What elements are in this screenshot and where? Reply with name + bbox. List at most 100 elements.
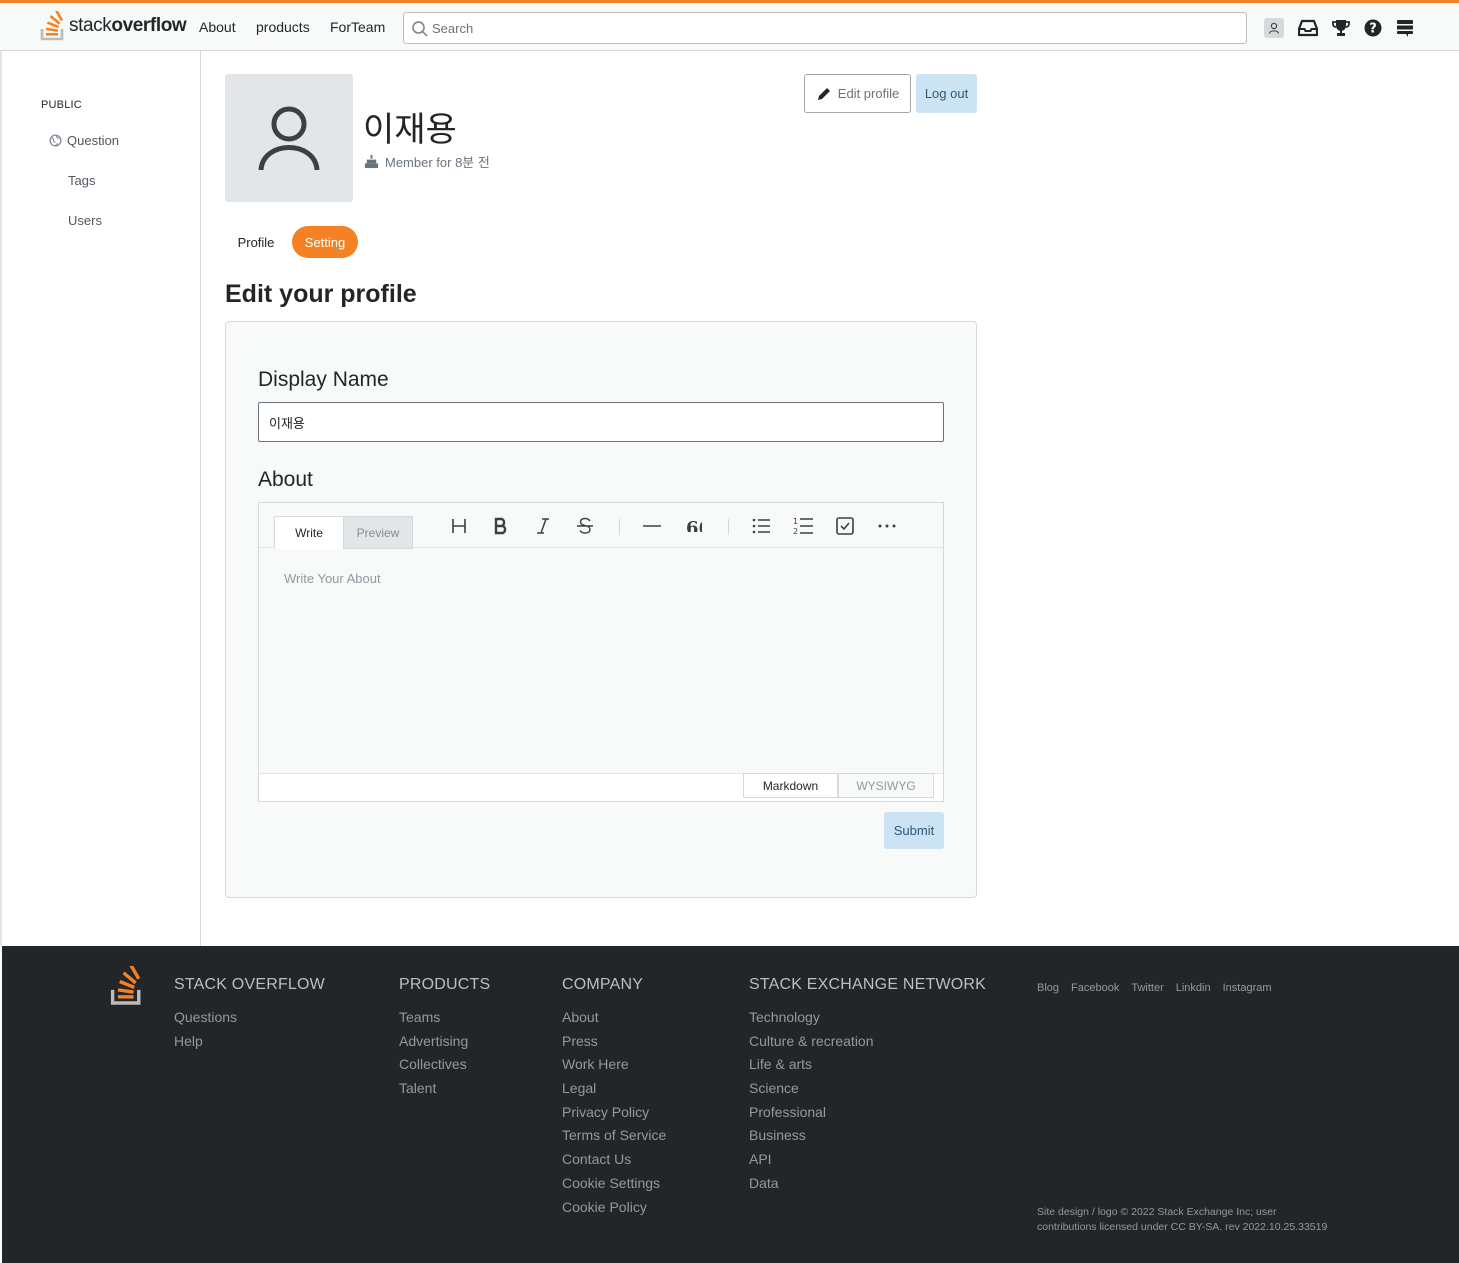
sidebar-item-label: Tags [68,173,96,188]
sidebar-heading: PUBLIC [41,99,82,111]
editor-mode-bar: Markdown WYSIWYG [259,773,943,801]
globe-icon [49,134,62,147]
about-label: About [258,468,313,491]
bold-icon[interactable] [486,513,516,539]
footer-link-science[interactable]: Science [749,1080,986,1104]
trophy-icon[interactable] [1330,17,1352,39]
inbox-icon[interactable] [1297,17,1319,39]
footer-link-contact-us[interactable]: Contact Us [562,1151,666,1175]
footer-link-advertising[interactable]: Advertising [399,1033,490,1057]
social-link-blog[interactable]: Blog [1037,982,1059,994]
footer-link-questions[interactable]: Questions [174,1009,325,1033]
footer-social-links: Blog Facebook Twitter Linkdin Instagram [1037,982,1284,994]
cake-icon [364,154,379,169]
profile-avatar [225,74,353,202]
edit-profile-form: Display Name About Write Preview 66 [225,321,977,898]
stackoverflow-logo[interactable]: stackoverflow [40,9,187,43]
footer-link-teams[interactable]: Teams [399,1009,490,1033]
user-avatar-icon[interactable] [1264,18,1284,38]
heading-icon[interactable] [444,513,474,539]
sidebar-item-tags[interactable]: Tags [68,173,95,188]
footer-link-life-arts[interactable]: Life & arts [749,1056,986,1080]
tab-profile[interactable]: Profile [228,226,284,258]
strikethrough-icon[interactable] [570,513,600,539]
display-name-label: Display Name [258,368,389,391]
sidebar-item-users[interactable]: Users [68,213,102,228]
footer-copyright: Site design / logo © 2022 Stack Exchange… [1037,1206,1328,1233]
about-textarea[interactable] [259,549,943,773]
footer-column-network: STACK EXCHANGE NETWORK Technology Cultur… [749,976,986,1199]
markdown-mode-button[interactable]: Markdown [743,773,838,798]
editor-toolbar: Write Preview 66 [259,503,943,549]
blockquote-icon[interactable]: 66 [679,513,709,539]
stackoverflow-logo-icon [40,11,64,41]
tab-write[interactable]: Write [274,516,344,549]
submit-button[interactable]: Submit [884,812,944,849]
footer-heading: COMPANY [562,976,644,993]
footer-link-press[interactable]: Press [562,1033,666,1057]
svg-text:66: 66 [686,520,702,532]
logout-button[interactable]: Log out [916,74,977,113]
footer-link-privacy-policy[interactable]: Privacy Policy [562,1104,666,1128]
wysiwyg-mode-button[interactable]: WYSIWYG [838,773,934,798]
footer-link-culture-recreation[interactable]: Culture & recreation [749,1033,986,1057]
member-since: Member for 8분 전 [364,152,490,171]
footer-link-data[interactable]: Data [749,1175,986,1199]
left-sidebar: PUBLIC Question Tags Users [0,51,201,946]
nav-forteam[interactable]: ForTeam [330,19,385,35]
help-icon[interactable]: ? [1362,17,1384,39]
bulleted-list-icon[interactable] [746,513,776,539]
footer-link-help[interactable]: Help [174,1033,325,1057]
footer-link-collectives[interactable]: Collectives [399,1056,490,1080]
footer-link-cookie-policy[interactable]: Cookie Policy [562,1199,666,1223]
toolbar-divider [619,519,620,535]
tab-preview[interactable]: Preview [343,516,413,549]
svg-text:?: ? [1369,22,1377,37]
profile-user-name: 이재용 [363,110,457,150]
footer-link-talent[interactable]: Talent [399,1080,490,1104]
footer-link-business[interactable]: Business [749,1127,986,1151]
site-footer: STACK OVERFLOW Questions Help PRODUCTS T… [2,946,1459,1263]
footer-link-about[interactable]: About [562,1009,666,1033]
page-title: Edit your profile [225,280,417,308]
user-placeholder-icon [258,106,320,171]
social-link-twitter[interactable]: Twitter [1131,982,1163,994]
social-link-linkedin[interactable]: Linkdin [1176,982,1211,994]
about-editor: Write Preview 66 [258,502,944,802]
member-since-text: Member for 8분 전 [385,155,490,170]
footer-link-legal[interactable]: Legal [562,1080,666,1104]
footer-column-company: COMPANY About Press Work Here Legal Priv… [562,976,666,1222]
sidebar-item-label: Users [68,213,102,228]
stack-exchange-icon[interactable] [1394,17,1416,39]
more-icon[interactable] [872,513,902,539]
task-list-icon[interactable] [830,513,860,539]
tab-setting[interactable]: Setting [292,226,358,258]
pencil-icon [817,87,830,100]
footer-link-cookie-settings[interactable]: Cookie Settings [562,1175,666,1199]
italic-icon[interactable] [528,513,558,539]
footer-heading: PRODUCTS [399,976,491,993]
logo-wordmark: stackoverflow [69,15,187,36]
social-link-facebook[interactable]: Facebook [1071,982,1119,994]
edit-profile-button[interactable]: Edit profile [804,74,911,113]
search-icon [412,21,428,37]
top-bar: stackoverflow About products ForTeam ? [0,0,1459,51]
numbered-list-icon[interactable]: 12 [788,513,818,539]
svg-text:1: 1 [793,517,798,526]
footer-link-professional[interactable]: Professional [749,1104,986,1128]
sidebar-item-label: Question [67,133,120,148]
footer-logo-icon[interactable] [110,964,144,1011]
footer-link-technology[interactable]: Technology [749,1009,986,1033]
nav-products[interactable]: products [256,19,310,35]
horizontal-rule-icon[interactable] [637,513,667,539]
footer-heading: STACK OVERFLOW [174,976,325,993]
nav-about[interactable]: About [199,19,236,35]
search-input[interactable] [432,17,1232,39]
sidebar-item-question[interactable]: Question [49,133,119,148]
svg-text:2: 2 [793,527,798,536]
footer-link-api[interactable]: API [749,1151,986,1175]
social-link-instagram[interactable]: Instagram [1223,982,1272,994]
display-name-field[interactable] [258,402,944,442]
footer-link-work-here[interactable]: Work Here [562,1056,666,1080]
footer-link-terms-of-service[interactable]: Terms of Service [562,1127,666,1151]
